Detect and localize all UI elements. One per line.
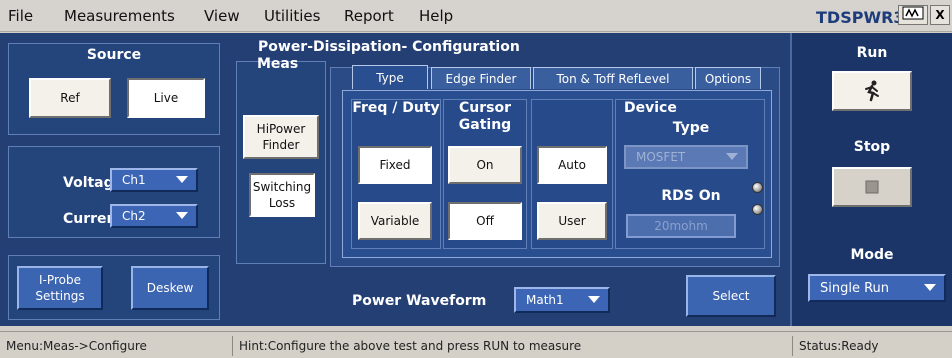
source-group: Source Ref Live — [8, 43, 220, 135]
mode-value: Single Run — [820, 281, 890, 296]
rds-knob-icon[interactable] — [752, 182, 763, 193]
user-button[interactable]: User — [537, 202, 607, 240]
auto-user-group: Auto User — [531, 99, 613, 249]
meas-group: Meas HiPower Finder Switching Loss — [236, 56, 326, 264]
rds-on-label: RDS On — [661, 188, 721, 204]
iprobe-settings-button[interactable]: I-Probe Settings — [17, 266, 103, 310]
rds-knob-icon[interactable] — [752, 204, 763, 215]
tab-ton-toff-reflevel[interactable]: Ton & Toff RefLevel — [533, 67, 693, 89]
menu-utilities[interactable]: Utilities — [264, 7, 320, 25]
probe-channel-group: Voltage: Ch1 Current: Ch2 — [8, 146, 220, 238]
live-button[interactable]: Live — [127, 78, 205, 118]
cursor-gating-group: Cursor Gating On Off — [443, 99, 527, 249]
app-title: TDSPWR3 — [816, 8, 905, 27]
menu-help[interactable]: Help — [419, 7, 453, 25]
menu-bar: File Measurements View Utilities Report … — [0, 0, 952, 32]
run-button[interactable] — [832, 71, 912, 111]
voltage-value: Ch1 — [122, 173, 146, 187]
main-panel: Source Ref Live Voltage: Ch1 Current: Ch… — [0, 33, 790, 326]
device-title: Device — [624, 100, 677, 116]
meas-title: Meas — [257, 56, 299, 72]
rds-on-field[interactable]: 20mohm — [626, 214, 736, 238]
status-hint: Hint:Configure the above test and press … — [232, 336, 788, 356]
freq-duty-group: Freq / Duty Fixed Variable — [351, 99, 441, 249]
cursor-off-button[interactable]: Off — [448, 202, 522, 240]
stop-button[interactable] — [832, 167, 912, 207]
power-waveform-value: Math1 — [526, 293, 564, 307]
chevron-down-icon — [176, 176, 188, 183]
current-dropdown[interactable]: Ch2 — [110, 204, 198, 228]
power-waveform-dropdown[interactable]: Math1 — [514, 287, 610, 313]
close-button[interactable]: X — [930, 5, 950, 25]
freq-duty-title: Freq / Duty — [352, 100, 440, 116]
menu-view[interactable]: View — [204, 7, 240, 25]
minimize-icon[interactable] — [898, 5, 928, 25]
status-menu-path: Menu:Meas->Configure — [6, 339, 147, 353]
select-button[interactable]: Select — [686, 275, 776, 317]
device-type-value: MOSFET — [636, 150, 686, 164]
ref-button[interactable]: Ref — [29, 78, 111, 118]
current-value: Ch2 — [122, 209, 146, 223]
tab-type[interactable]: Type — [352, 65, 428, 89]
mode-dropdown[interactable]: Single Run — [808, 274, 946, 302]
status-state: Status:Ready — [792, 336, 952, 356]
run-label: Run — [856, 45, 888, 61]
switching-loss-button[interactable]: Switching Loss — [249, 173, 315, 217]
voltage-dropdown[interactable]: Ch1 — [110, 168, 198, 192]
chevron-down-icon — [588, 296, 600, 303]
run-control-panel: Run Stop Mode Single Run — [790, 33, 952, 326]
chevron-down-icon — [176, 212, 188, 219]
menu-report[interactable]: Report — [344, 7, 394, 25]
fixed-button[interactable]: Fixed — [358, 146, 432, 184]
device-group: Device Type MOSFET RDS On 20mohm — [615, 99, 765, 249]
stop-square-icon — [865, 180, 879, 194]
chevron-down-icon — [726, 153, 738, 160]
stop-label: Stop — [853, 139, 891, 155]
tab-content: Freq / Duty Fixed Variable Cursor Gating… — [342, 90, 772, 258]
auto-button[interactable]: Auto — [537, 146, 607, 184]
deskew-button[interactable]: Deskew — [131, 266, 209, 310]
source-title: Source — [86, 47, 142, 63]
running-man-icon — [865, 80, 879, 102]
hipower-finder-button[interactable]: HiPower Finder — [243, 115, 319, 159]
device-type-label: Type — [672, 120, 710, 136]
menu-file[interactable]: File — [8, 7, 33, 25]
menu-measurements[interactable]: Measurements — [64, 7, 175, 25]
power-waveform-label: Power Waveform — [352, 293, 487, 309]
probe-settings-group: I-Probe Settings Deskew — [8, 255, 220, 320]
mode-label: Mode — [850, 247, 894, 263]
chevron-down-icon — [924, 284, 936, 291]
tab-edge-finder[interactable]: Edge Finder — [431, 67, 531, 89]
config-title: Power-Dissipation- Configuration — [258, 39, 520, 55]
tab-options[interactable]: Options — [695, 67, 761, 89]
variable-button[interactable]: Variable — [358, 202, 432, 240]
status-bar: Menu:Meas->Configure Hint:Configure the … — [0, 331, 952, 358]
cursor-gating-title: Cursor Gating — [458, 100, 512, 133]
device-type-dropdown[interactable]: MOSFET — [624, 145, 748, 169]
cursor-on-button[interactable]: On — [448, 146, 522, 184]
